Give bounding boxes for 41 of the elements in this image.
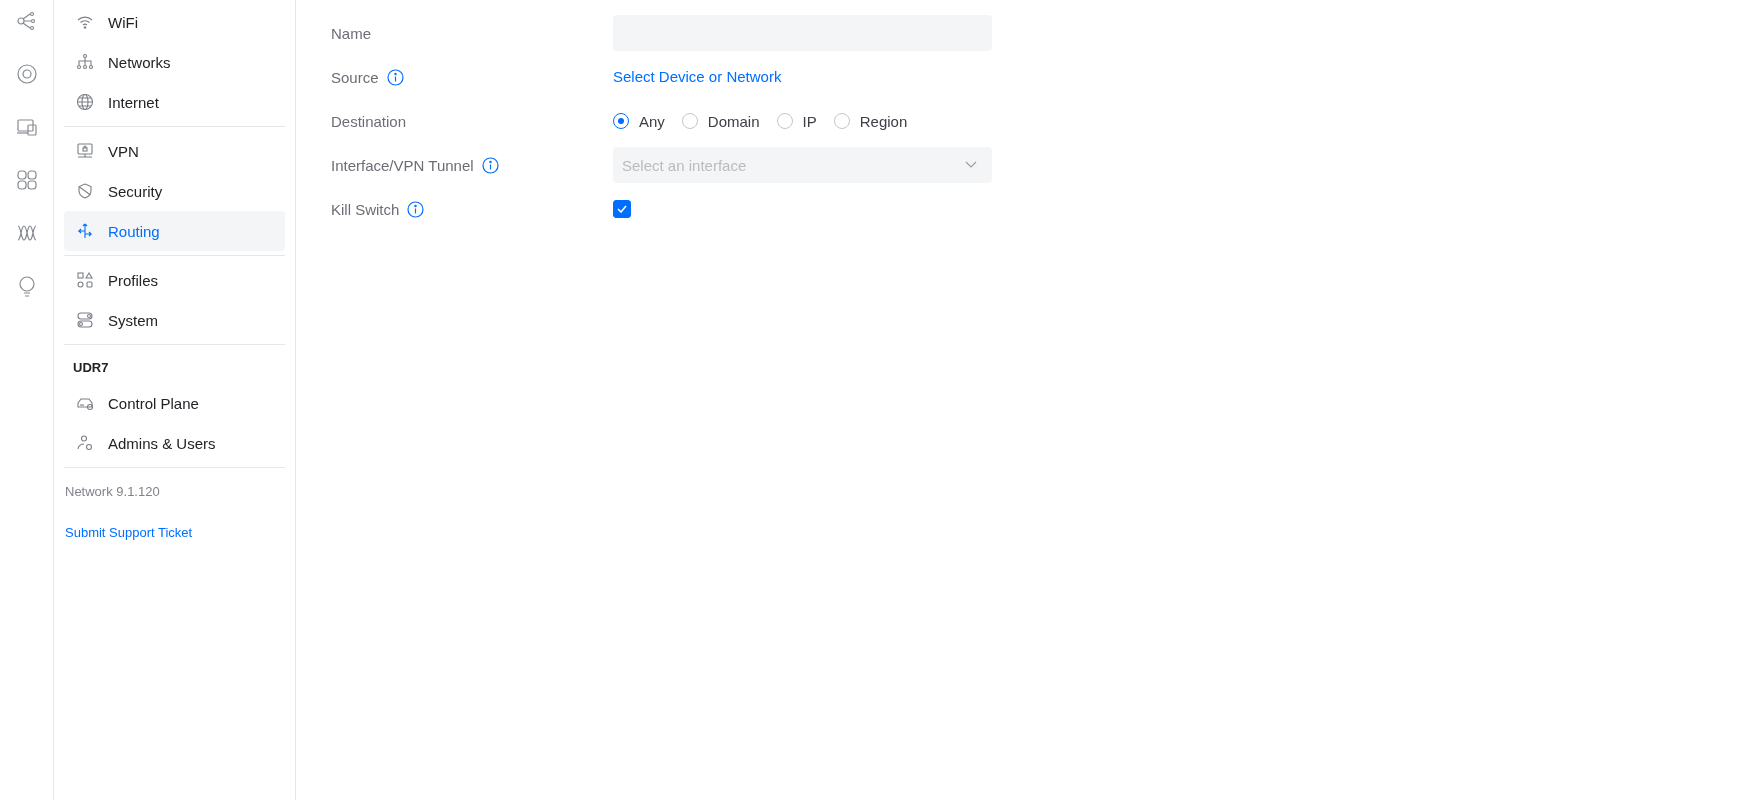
sidebar-item[interactable]: Internet [64,82,285,122]
field-label: Kill Switch [331,200,400,218]
radio-label: Domain [707,112,760,130]
source-link[interactable]: Select Device or Network [613,68,782,85]
sidebar-item[interactable]: System [64,300,285,340]
version-text: Network 9.1.120 [64,483,161,499]
tree-icon [76,53,94,71]
sidebar-item[interactable]: Admins & Users [64,423,285,463]
shield-icon [76,182,94,200]
sidebar-item[interactable]: WiFi [64,2,285,42]
user-icon [76,434,94,452]
shapes-icon [76,271,94,289]
info-icon[interactable] [407,200,425,218]
radio-label: IP [802,112,817,130]
info-icon[interactable] [481,156,499,174]
sidebar-item[interactable]: Networks [64,42,285,82]
sidebar-item[interactable]: Security [64,171,285,211]
sidebar-item[interactable]: Profiles [64,260,285,300]
field-label: Source [331,68,379,86]
sidebar-item[interactable]: Routing [64,211,285,251]
chevron-down-icon [965,161,977,169]
topology-icon[interactable] [15,10,38,32]
kill-switch-checkbox[interactable] [613,200,631,218]
target-icon[interactable] [15,63,38,85]
toggles-icon [76,311,94,329]
radio-label: Any [639,112,665,130]
field-label: Destination [331,112,407,130]
globe-icon [76,93,94,111]
device-heading: UDR7 [72,359,110,377]
field-label: Interface/VPN Tunnel [331,156,474,174]
support-link[interactable]: Submit Support Ticket [64,499,285,540]
grid-icon[interactable] [15,169,38,191]
route-icon [76,222,94,240]
checkmark-icon [617,205,627,213]
field-label: Name [331,24,371,42]
radio-label: Region [859,112,908,130]
vpn-icon [76,142,94,160]
devices-icon[interactable] [15,116,38,138]
sidebar-item[interactable]: VPN [64,131,285,171]
sidebar-item[interactable]: Control Plane [64,383,285,423]
info-icon[interactable] [386,68,404,86]
